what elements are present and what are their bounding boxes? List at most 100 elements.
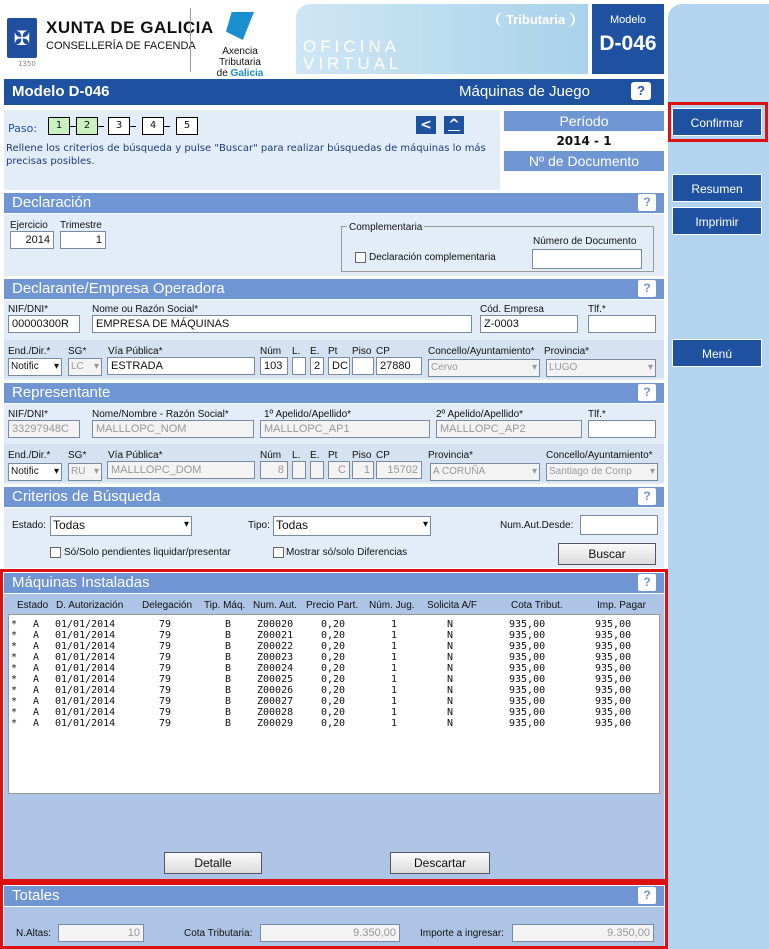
- rep-piso-field[interactable]: 1: [352, 461, 374, 479]
- numdoc-field[interactable]: [532, 249, 642, 269]
- rep-nombre-field[interactable]: MALLLOPC_NOM: [92, 420, 254, 438]
- via-label: Vía Pública*: [108, 346, 163, 357]
- tlf-field[interactable]: [588, 315, 656, 333]
- atg-logo: Axencia Tributaria de Galicia: [200, 12, 280, 79]
- rep-ap2-label: 2º Apelido/Apellido*: [436, 409, 524, 420]
- numdoc-label: Número de Documento: [533, 236, 637, 247]
- num-label: Núm: [260, 346, 282, 357]
- provincia-select[interactable]: LUGO: [546, 359, 656, 377]
- side-panel: [668, 4, 769, 949]
- help-icon[interactable]: ?: [638, 384, 656, 401]
- doc-number-label: Nº de Documento: [504, 151, 664, 171]
- nombre-field[interactable]: EMPRESA DE MÁQUINAS: [92, 315, 472, 333]
- logo-year: 1350: [18, 60, 36, 68]
- diferencias-checkbox[interactable]: [273, 547, 284, 558]
- declarante-title: Declarante/Empresa Operadora: [12, 280, 225, 297]
- help-icon[interactable]: ?: [638, 194, 656, 211]
- num-field[interactable]: 103: [260, 357, 288, 375]
- step-1[interactable]: 1: [48, 117, 70, 135]
- estado-label: Estado:: [12, 520, 46, 531]
- step-2[interactable]: 2: [76, 117, 98, 135]
- rep-nif-field[interactable]: 33297948C: [8, 420, 80, 438]
- diferencias-label: Mostrar só/solo Diferencias: [286, 547, 408, 558]
- rep-via-field[interactable]: MALLLOPC_DOM: [107, 461, 255, 479]
- rep-tlf-field[interactable]: [588, 420, 656, 438]
- declarante-header: Declarante/Empresa Operadora?: [4, 279, 664, 299]
- rep-l-field[interactable]: [292, 461, 306, 479]
- atg-line1: Axencia Tributaria: [219, 46, 261, 68]
- buscar-button[interactable]: Buscar: [558, 543, 656, 565]
- atg-line2: de Galicia: [200, 68, 280, 79]
- enddir-select[interactable]: Notific: [8, 358, 62, 376]
- header-divider: [190, 8, 191, 72]
- criterios-title: Criterios de Búsqueda: [12, 488, 161, 505]
- rep-e-field[interactable]: [310, 461, 324, 479]
- prev-step-button[interactable]: <: [416, 116, 436, 134]
- oficina-virtual-text: OFICINA VIRTUAL: [303, 38, 403, 72]
- rep-provincia-select[interactable]: A CORUÑA: [430, 463, 540, 481]
- enddir-label: End./Dir.*: [8, 346, 51, 357]
- rep-ap1-field[interactable]: MALLLOPC_AP1: [260, 420, 430, 438]
- sg-select[interactable]: LC: [68, 358, 102, 376]
- rep-pt-field[interactable]: C: [328, 461, 350, 479]
- l-field[interactable]: [292, 357, 306, 375]
- nombre-label: Nome ou Razón Social*: [92, 304, 199, 315]
- nif-field[interactable]: 00000300R: [8, 315, 80, 333]
- rep-via-label: Vía Pública*: [108, 450, 163, 461]
- pendientes-checkbox[interactable]: [50, 547, 61, 558]
- tributaria-label: Tributaria: [496, 12, 576, 27]
- rep-nombre-label: Nome/Nombre - Razón Social*: [92, 409, 229, 420]
- help-icon[interactable]: ?: [638, 488, 656, 505]
- cod-empresa-label: Cód. Empresa: [480, 304, 544, 315]
- rep-concello-select[interactable]: Santiago de Comp: [546, 463, 658, 481]
- numaut-label: Num.Aut.Desde:: [500, 520, 574, 531]
- pt-label: Pt: [328, 346, 338, 357]
- rep-num-label: Núm: [260, 450, 282, 461]
- rep-provincia-label: Provincia*: [428, 450, 474, 461]
- rep-ap2-field[interactable]: MALLLOPC_AP2: [436, 420, 582, 438]
- tipo-label: Tipo:: [248, 520, 270, 531]
- via-field[interactable]: ESTRADA: [107, 357, 255, 375]
- rep-pt-label: Pt: [328, 450, 338, 461]
- rep-e-label: E.: [310, 450, 320, 461]
- numaut-field[interactable]: [580, 515, 658, 535]
- step-hint: Rellene los criterios de búsqueda y puls…: [6, 143, 486, 167]
- pt-field[interactable]: DC: [328, 357, 350, 375]
- rep-enddir-label: End./Dir.*: [8, 450, 51, 461]
- rep-tlf-label: Tlf.*: [588, 409, 606, 420]
- help-icon[interactable]: ?: [638, 280, 656, 297]
- complementaria-checkbox[interactable]: [355, 252, 366, 263]
- resumen-button[interactable]: Resumen: [672, 174, 762, 202]
- piso-label: Piso: [352, 346, 372, 357]
- step-5[interactable]: 5: [176, 117, 198, 135]
- complementaria-check-label: Declaración complementaria: [369, 252, 496, 263]
- cod-empresa-field[interactable]: Z-0003: [480, 315, 578, 333]
- criterios-header: Criterios de Búsqueda?: [4, 487, 664, 507]
- banner-line1: OFICINA: [303, 37, 400, 56]
- menu-button[interactable]: Menú: [672, 339, 762, 367]
- imprimir-button[interactable]: Imprimir: [672, 207, 762, 235]
- tipo-select[interactable]: Todas: [273, 516, 431, 536]
- piso-field[interactable]: [352, 357, 374, 375]
- top-button[interactable]: ^: [444, 116, 464, 134]
- ejercicio-field[interactable]: 2014: [10, 231, 54, 249]
- rep-cp-field[interactable]: 15702: [376, 461, 422, 479]
- e-field[interactable]: 2: [310, 357, 324, 375]
- confirmar-button[interactable]: Confirmar: [672, 108, 762, 136]
- declaracion-header: Declaración?: [4, 193, 664, 213]
- ejercicio-label: Ejercicio: [10, 220, 48, 231]
- step-4[interactable]: 4: [142, 117, 164, 135]
- rep-sg-select[interactable]: RU: [68, 463, 102, 481]
- rep-num-field[interactable]: 8: [260, 461, 288, 479]
- help-icon[interactable]: ?: [631, 82, 651, 100]
- model-small: Modelo: [609, 14, 647, 26]
- pendientes-label: Só/Solo pendientes liquidar/presentar: [64, 547, 231, 558]
- trimestre-field[interactable]: 1: [60, 231, 106, 249]
- estado-select[interactable]: Todas: [50, 516, 192, 536]
- highlight-totales: [0, 882, 668, 949]
- concello-select[interactable]: Cervo: [428, 359, 540, 377]
- rep-enddir-select[interactable]: Notific: [8, 463, 62, 481]
- representante-header: Representante?: [4, 383, 664, 403]
- cp-field[interactable]: 27880: [376, 357, 422, 375]
- step-3[interactable]: 3: [108, 117, 130, 135]
